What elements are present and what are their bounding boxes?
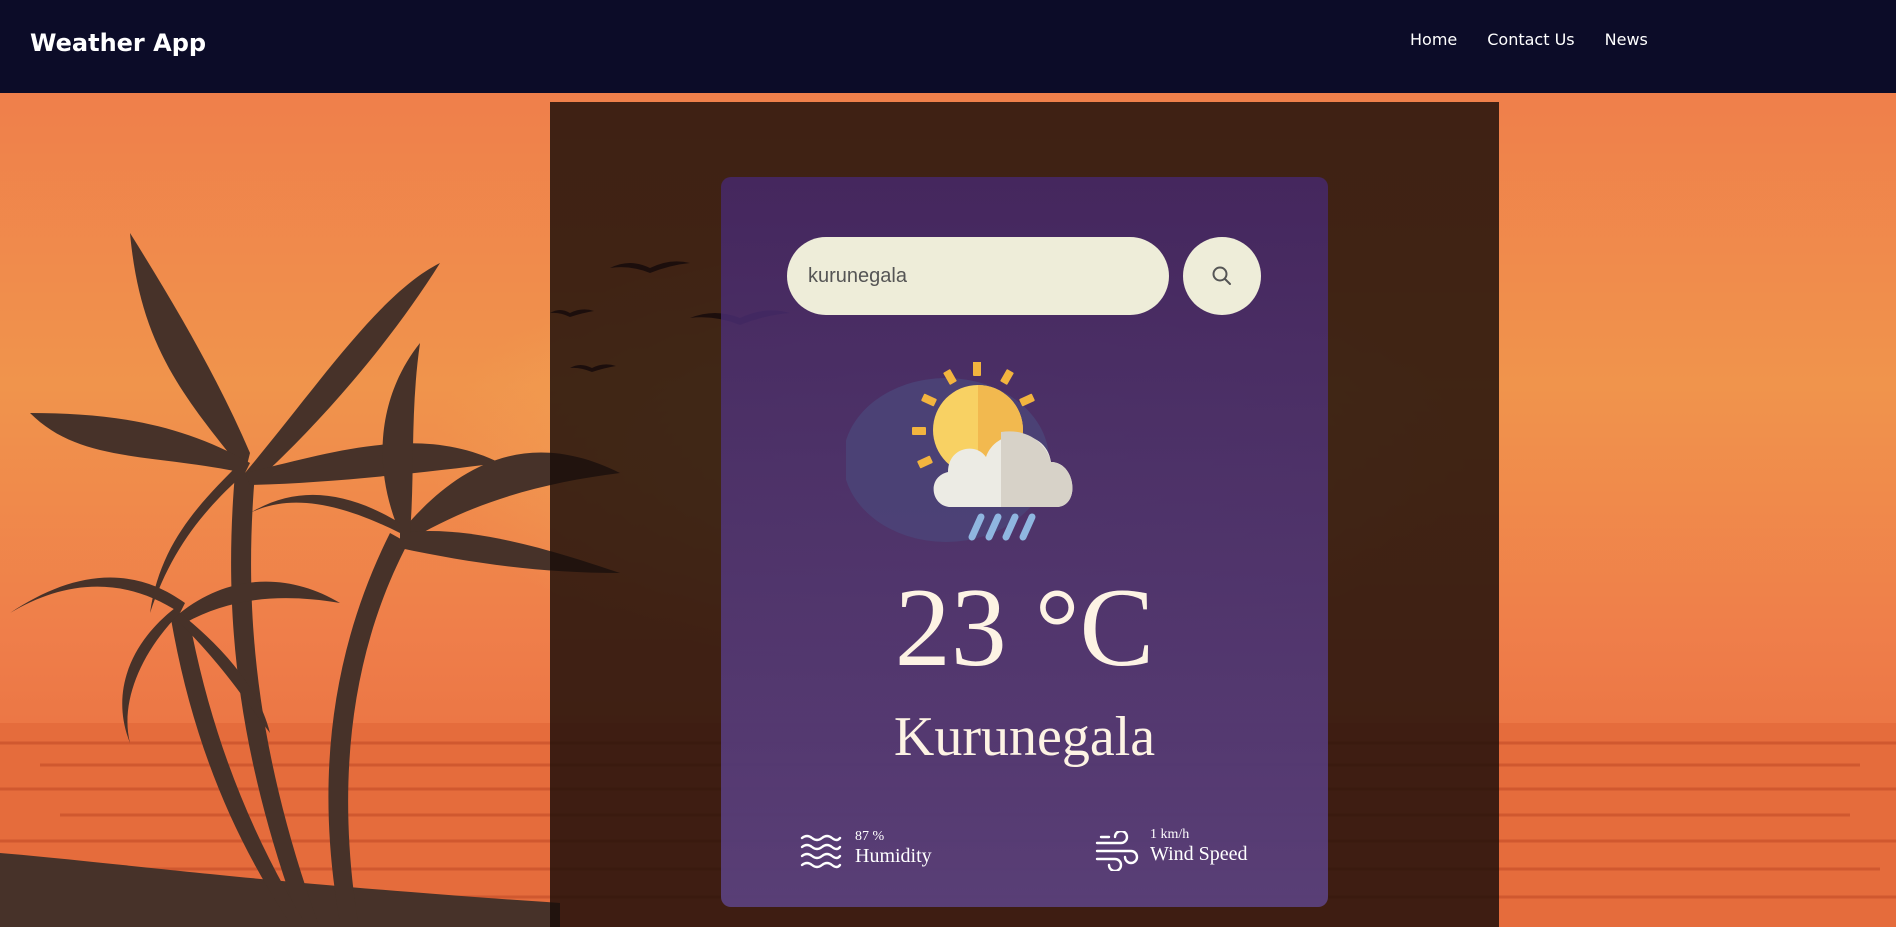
wind-value: 1 km/h — [1150, 827, 1190, 842]
humidity-stat: 87 % Humidity — [800, 829, 932, 869]
wind-icon — [1095, 831, 1139, 871]
nav-link-home[interactable]: Home — [1410, 30, 1457, 49]
nav-link-contact-us[interactable]: Contact Us — [1487, 30, 1574, 49]
temperature-value: 23 °C — [894, 566, 1155, 690]
nav-link-news[interactable]: News — [1605, 30, 1648, 49]
navbar: Weather App Home Contact Us News — [0, 0, 1896, 93]
weather-card: 23 °C Kurunegala 87 % Humidity 1 k — [721, 177, 1328, 907]
waves-icon — [800, 834, 842, 869]
humidity-value: 87 % — [855, 829, 885, 844]
wind-label: Wind Speed — [1150, 843, 1248, 865]
nav-links: Home Contact Us News — [1410, 30, 1678, 49]
city-search-input[interactable] — [787, 237, 1169, 315]
city-name: Kurunegala — [893, 706, 1156, 768]
brand-logo[interactable]: Weather App — [30, 29, 206, 57]
humidity-label: Humidity — [855, 845, 932, 867]
partly-cloudy-rain-icon — [846, 362, 1073, 542]
search-icon — [1212, 266, 1231, 285]
search-button[interactable] — [1183, 237, 1261, 315]
wind-stat: 1 km/h Wind Speed — [1095, 827, 1248, 871]
